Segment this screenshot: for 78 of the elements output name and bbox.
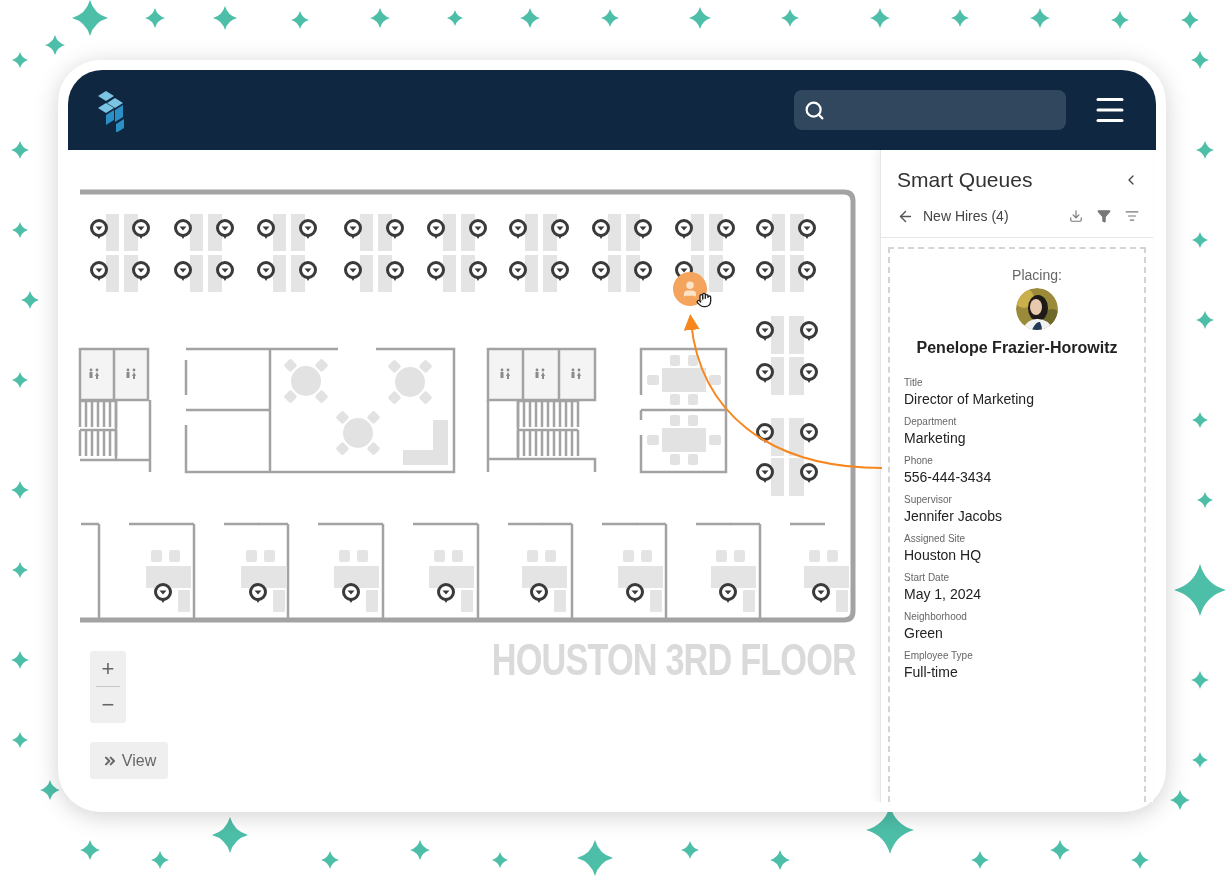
sparkle-icon	[11, 141, 29, 159]
sparkle-icon	[1192, 232, 1208, 248]
download-icon[interactable]	[1069, 209, 1083, 223]
field-value: Marketing	[904, 428, 967, 448]
field-label: Employee Type	[904, 648, 974, 662]
field-value: Houston HQ	[904, 545, 983, 565]
zoom-out-button[interactable]: −	[90, 687, 126, 722]
sparkle-icon	[577, 840, 613, 876]
sparkle-icon	[601, 9, 619, 27]
sparkle-icon	[11, 651, 29, 669]
sparkle-icon	[681, 841, 699, 859]
sparkle-icon	[1030, 8, 1050, 28]
field-label: Assigned Site	[904, 531, 967, 545]
sparkle-icon	[370, 8, 390, 28]
sparkle-icon	[520, 8, 540, 28]
sparkle-icon	[1050, 840, 1070, 860]
sparkle-icon	[689, 7, 711, 29]
field-value: Director of Marketing	[904, 389, 1035, 409]
sparkle-icon	[1111, 11, 1129, 29]
sparkle-icon	[12, 732, 28, 748]
sparkle-icon	[1191, 51, 1209, 69]
sparkle-icon	[951, 9, 969, 27]
sparkle-icon	[781, 9, 799, 27]
zoom-in-button[interactable]: +	[90, 651, 126, 686]
sparkle-icon	[1196, 141, 1214, 159]
panel-title: Smart Queues	[897, 167, 1033, 193]
sparkle-icon	[45, 35, 65, 55]
sparkle-icon	[1196, 311, 1214, 329]
field-label: Supervisor	[904, 492, 953, 506]
employee-name: Penelope Frazier-Horowitz	[916, 337, 1118, 358]
sparkle-icon	[1192, 752, 1208, 768]
hand-cursor-icon	[696, 292, 712, 308]
sort-icon[interactable]	[1125, 209, 1139, 223]
sparkle-icon	[145, 8, 165, 28]
field-label: Neighborhood	[904, 609, 968, 623]
field-label: Phone	[904, 453, 934, 467]
sparkle-icon	[12, 52, 28, 68]
sparkle-icon	[12, 372, 28, 388]
field-value: Full-time	[904, 662, 959, 682]
field-value: Jennifer Jacobs	[904, 506, 1004, 526]
sparkle-icon	[971, 851, 989, 869]
sparkle-icon	[12, 562, 28, 578]
placing-label: Placing:	[1012, 265, 1062, 285]
sparkle-icon	[11, 481, 29, 499]
sparkle-icon	[151, 851, 169, 869]
sparkle-icon	[1181, 11, 1199, 29]
filter-icon[interactable]	[1097, 209, 1111, 223]
sparkle-icon	[40, 780, 60, 800]
sparkle-icon	[72, 0, 108, 36]
sparkle-icon	[447, 10, 463, 26]
sparkle-icon	[213, 6, 237, 30]
person-icon	[681, 280, 699, 298]
field-value: Green	[904, 623, 944, 643]
sparkle-icon	[1192, 412, 1208, 428]
sparkle-icon	[1131, 851, 1149, 869]
sparkle-icon	[770, 850, 790, 870]
field-label: Title	[904, 375, 924, 389]
sparkle-icon	[410, 840, 430, 860]
search-icon	[804, 99, 825, 121]
sparkle-icon	[80, 840, 100, 860]
sparkle-icon	[1174, 564, 1226, 616]
view-button[interactable]: View	[90, 742, 168, 779]
sparkle-icon	[212, 817, 248, 853]
sparkle-icon	[1197, 492, 1213, 508]
sparkle-icon	[12, 222, 28, 238]
queue-name: New Hires (4)	[923, 206, 1010, 226]
field-label: Start Date	[904, 570, 951, 584]
sparkle-icon	[1191, 671, 1209, 689]
sparkle-icon	[1170, 790, 1190, 810]
field-label: Department	[904, 414, 958, 428]
sparkle-icon	[291, 11, 309, 29]
field-value: May 1, 2024	[904, 584, 983, 604]
sparkle-icon	[21, 291, 39, 309]
sparkle-icon	[870, 8, 890, 28]
sparkle-icon	[492, 852, 508, 868]
search-field[interactable]	[794, 90, 1066, 130]
sparkle-icon	[321, 851, 339, 869]
field-value: 556-444-3434	[904, 467, 993, 487]
